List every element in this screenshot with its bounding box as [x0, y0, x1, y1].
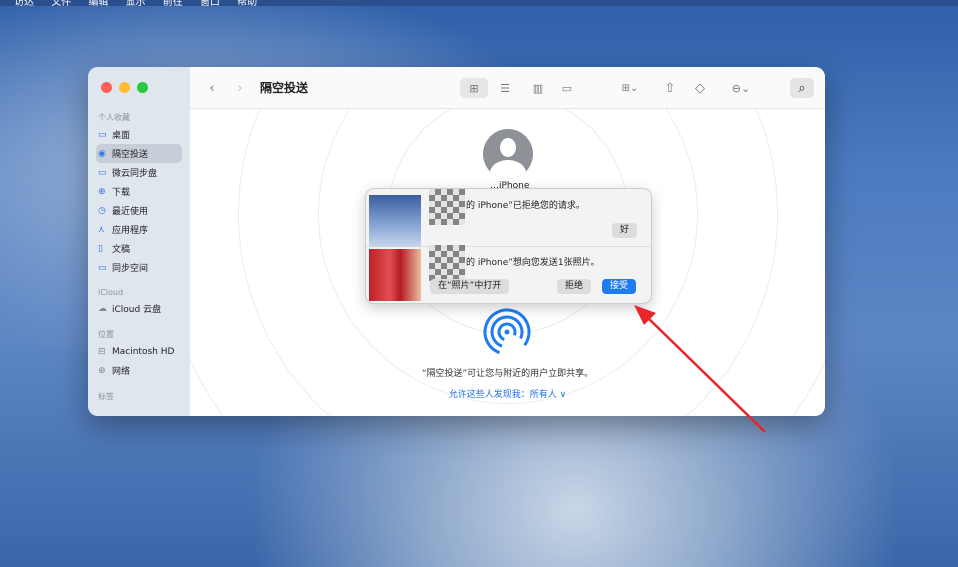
annotation-arrow [634, 305, 766, 433]
